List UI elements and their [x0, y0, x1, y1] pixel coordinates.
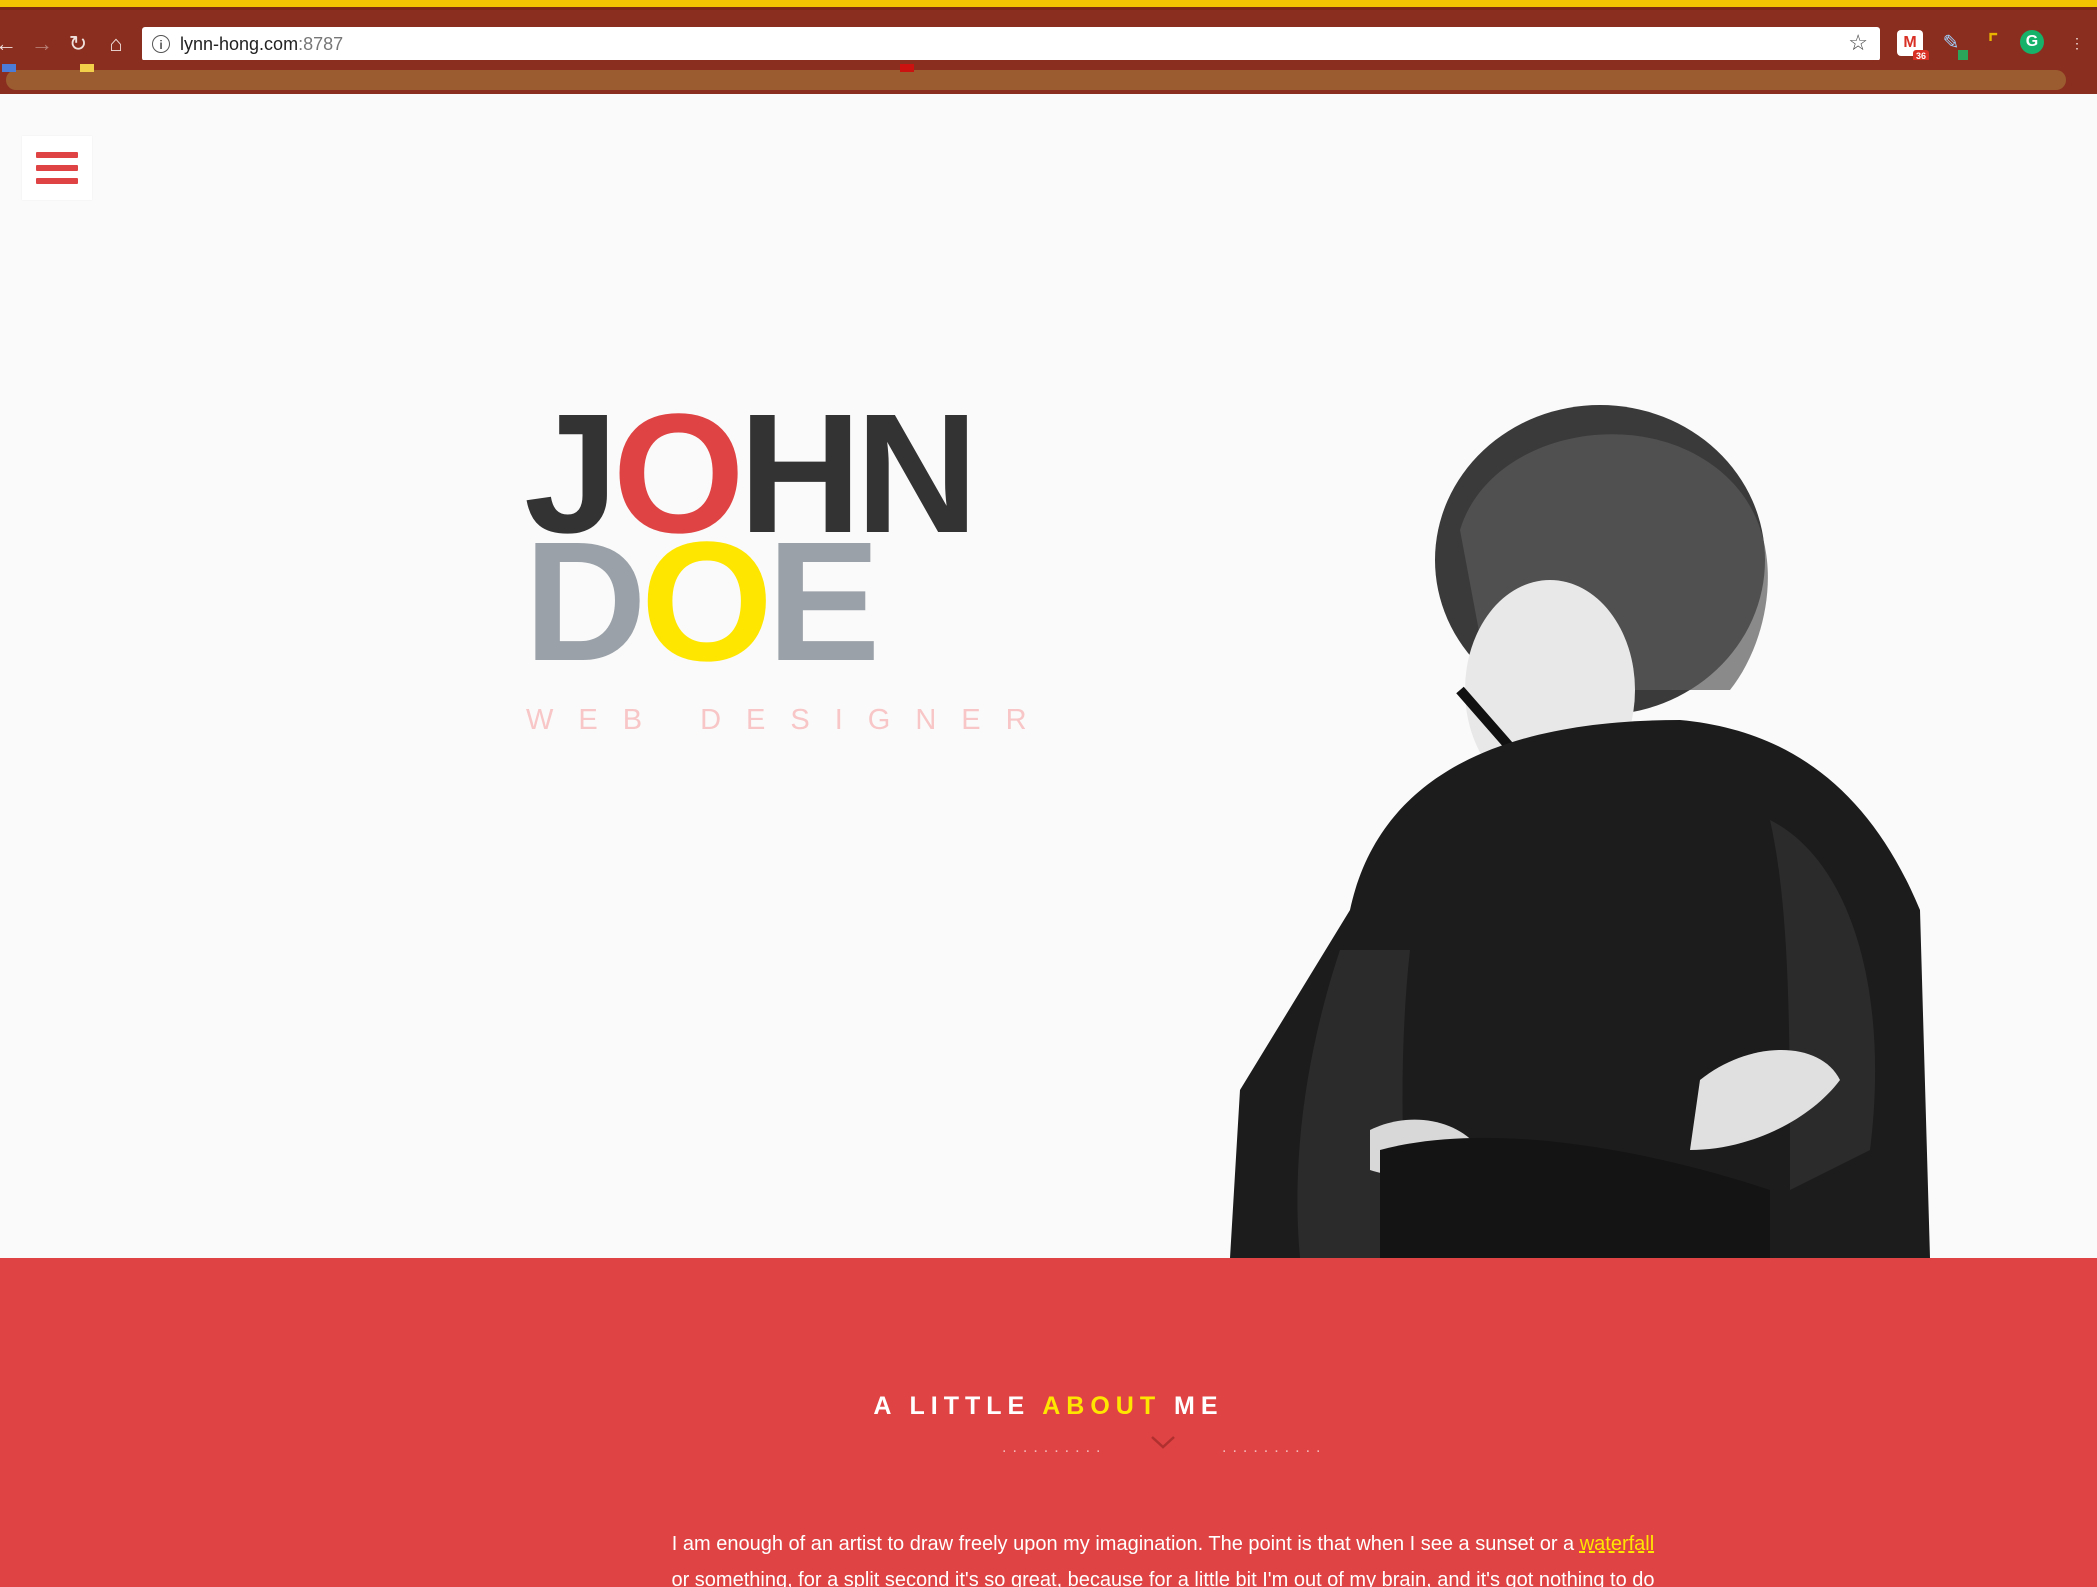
browser-toolbar: ← → ↻ ⌂ i lynn-hong.com:8787 ☆ M 36 ✎ ⌜ G…: [0, 10, 2097, 62]
portrait-photo: [1230, 405, 1930, 1258]
home-icon[interactable]: ⌂: [102, 30, 130, 58]
hero-subtitle: WEB DESIGNER: [526, 704, 1052, 736]
menu-bar-middle: [36, 165, 78, 171]
about-title-part: A LITTLE: [873, 1392, 1043, 1420]
divider-dots-right: ..........: [1222, 1439, 1327, 1456]
menu-bar-bottom: [36, 178, 78, 184]
url-host: lynn-hong.com: [180, 33, 299, 54]
last-name-accent-letter: O: [640, 507, 773, 697]
bookmarks-bar: [0, 60, 2097, 94]
url-port: :8787: [298, 33, 344, 54]
about-title: A LITTLE ABOUT ME: [0, 1392, 2097, 1421]
hamburger-menu-icon[interactable]: [22, 136, 92, 200]
menu-bar-top: [36, 152, 78, 158]
flag-extension-icon[interactable]: ⌜: [1980, 30, 2006, 56]
back-icon[interactable]: ←: [0, 30, 20, 58]
pen-extension-icon[interactable]: ✎: [1938, 30, 1968, 60]
bookmark-red-icon[interactable]: [900, 64, 914, 72]
grammarly-extension-icon[interactable]: G: [2020, 30, 2044, 54]
browser-menu-icon[interactable]: ⋮: [2070, 30, 2096, 56]
about-section: A LITTLE ABOUT ME .......... .......... …: [0, 1258, 2097, 1587]
browser-tab-strip: [0, 0, 2097, 11]
about-title-part: ME: [1161, 1392, 1224, 1420]
forward-icon[interactable]: →: [28, 30, 56, 58]
address-bar[interactable]: i lynn-hong.com:8787 ☆: [142, 27, 1880, 61]
info-icon[interactable]: i: [152, 35, 170, 53]
about-paragraph: I am enough of an artist to draw freely …: [668, 1526, 1658, 1587]
divider-dots-left: ..........: [1002, 1439, 1107, 1456]
reload-icon[interactable]: ↻: [64, 30, 92, 58]
bookmark-star-icon[interactable]: ☆: [1848, 30, 1868, 56]
about-text-part: I am enough of an artist to draw freely …: [671, 1533, 1580, 1555]
bookmark-folder-icon[interactable]: [80, 64, 94, 72]
chevron-down-icon[interactable]: [1150, 1434, 1176, 1450]
gmail-extension-icon[interactable]: M 36: [1897, 30, 1929, 62]
redaction-scribble: [6, 70, 2066, 90]
about-title-highlight: ABOUT: [1042, 1392, 1162, 1420]
about-text-part: or something, for a split second it's so…: [671, 1569, 1655, 1587]
waterfall-link[interactable]: waterfall: [1580, 1533, 1654, 1555]
hero-name: JOHN DOE: [524, 389, 978, 687]
last-name-part: E: [767, 507, 880, 697]
pen-extension-status-dot: [1958, 50, 1968, 60]
last-name-part: D: [524, 507, 647, 697]
bookmark-apps-icon[interactable]: [2, 64, 16, 72]
